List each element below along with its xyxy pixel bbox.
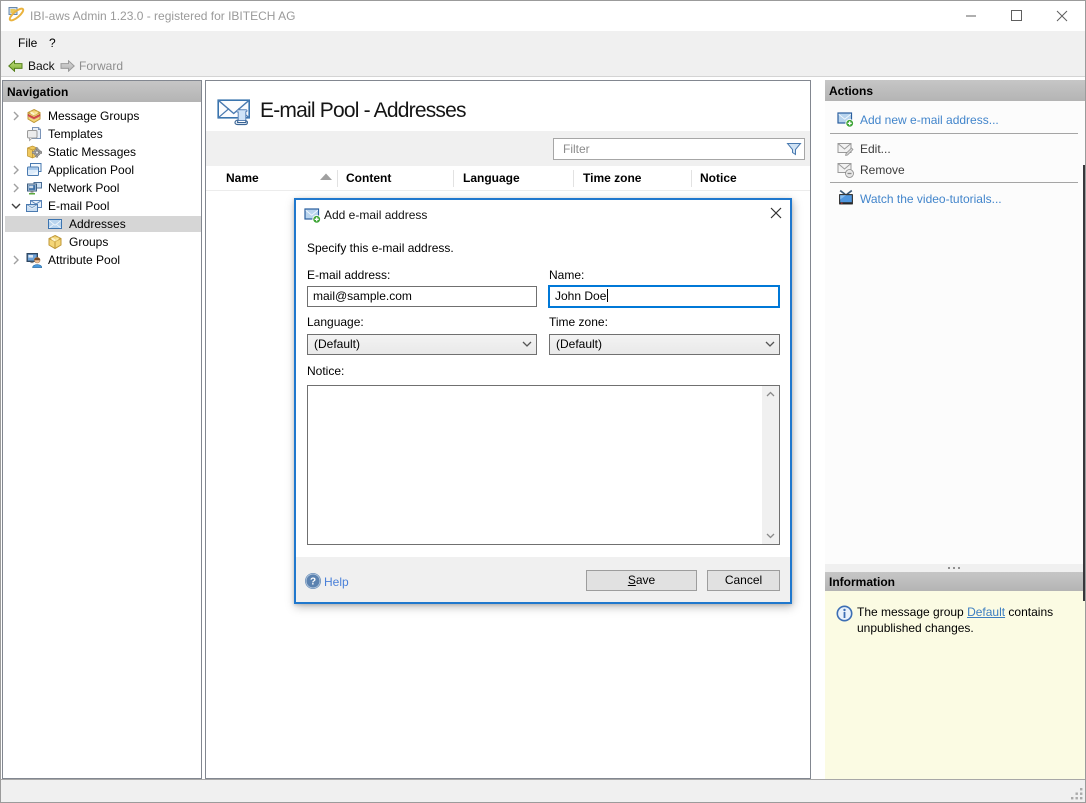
svg-text:?: ?	[310, 576, 316, 587]
